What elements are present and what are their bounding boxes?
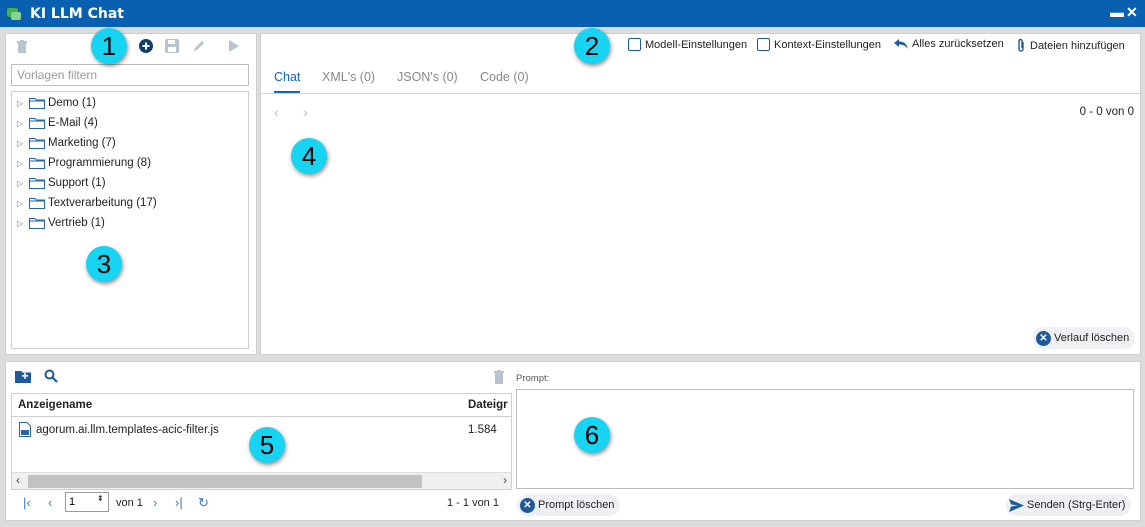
tree-folder-programmierung[interactable]: ▷ Programmierung (8): [17, 153, 151, 173]
tree-folder-email[interactable]: ▷ E-Mail (4): [17, 113, 98, 133]
title-bar: KI LLM Chat ▬ ✕: [0, 0, 1145, 27]
prompt-label: Prompt:: [516, 373, 550, 384]
minimize-button[interactable]: ▬: [1110, 4, 1124, 20]
add-files-button[interactable]: Dateien hinzufügen: [1016, 38, 1125, 53]
save-template-icon[interactable]: [164, 38, 180, 54]
grid-header: Anzeigename Dateigr: [12, 394, 511, 417]
scrollbar-thumb[interactable]: [28, 475, 422, 488]
callout-badge-6: 6: [574, 417, 610, 453]
app-icon: [7, 7, 21, 20]
expand-arrow-icon[interactable]: ▷: [17, 219, 27, 228]
reset-all-label: Alles zurücksetzen: [912, 38, 1004, 50]
tree-folder-label: Programmierung (8): [48, 157, 151, 169]
delete-template-icon[interactable]: [14, 38, 30, 54]
tree-folder-vertrieb[interactable]: ▷ Vertrieb (1): [17, 213, 105, 233]
search-icon[interactable]: [44, 369, 58, 386]
callout-badge-2: 2: [574, 28, 610, 64]
callout-badge-4: 4: [291, 138, 327, 174]
column-header-name[interactable]: Anzeigename: [18, 399, 92, 411]
add-files-label: Dateien hinzufügen: [1030, 39, 1125, 52]
file-size: 1.584: [468, 424, 497, 436]
tree-folder-label: Textverarbeitung (17): [48, 197, 157, 209]
reset-all-button[interactable]: Alles zurücksetzen: [893, 38, 1004, 50]
folder-icon: [29, 218, 45, 229]
expand-arrow-icon[interactable]: ▷: [17, 139, 27, 148]
pager-range: 1 - 1 von 1: [447, 497, 499, 509]
template-tree: ▷ Demo (1) ▷ E-Mail (4) ▷ Marketing (7) …: [11, 91, 249, 349]
folder-icon: [29, 118, 45, 129]
clear-prompt-button[interactable]: ✕ Prompt löschen: [517, 494, 621, 516]
expand-arrow-icon[interactable]: ▷: [17, 179, 27, 188]
callout-badge-3: 3: [86, 246, 122, 282]
close-window-button[interactable]: ✕: [1126, 4, 1138, 21]
file-name: agorum.ai.llm.templates-acic-filter.js: [36, 424, 219, 436]
clear-prompt-label: Prompt löschen: [538, 499, 615, 511]
folder-icon: [29, 98, 45, 109]
edit-template-icon[interactable]: [191, 38, 207, 54]
send-icon: [1009, 498, 1024, 512]
tab-json[interactable]: JSON's (0): [397, 70, 458, 91]
clear-icon: ✕: [1036, 330, 1051, 346]
callout-badge-1: 1: [91, 28, 127, 64]
tree-folder-label: Demo (1): [48, 97, 96, 109]
prev-page-icon[interactable]: ‹: [48, 495, 52, 510]
page-stepper-icon[interactable]: ⬍: [97, 494, 104, 503]
tree-folder-textverarbeitung[interactable]: ▷ Textverarbeitung (17): [17, 193, 157, 213]
context-settings-label: Kontext-Einstellungen: [774, 38, 882, 51]
scroll-right-icon[interactable]: ›: [503, 473, 507, 487]
refresh-icon[interactable]: ↻: [198, 495, 209, 511]
clear-icon: ✕: [520, 497, 535, 513]
scroll-left-icon[interactable]: ‹: [16, 473, 20, 487]
templates-toolbar: [5, 36, 257, 56]
page-of-label: von 1: [116, 497, 143, 509]
run-template-icon[interactable]: [226, 38, 242, 54]
expand-arrow-icon[interactable]: ▷: [17, 199, 27, 208]
folder-icon: [29, 198, 45, 209]
delete-file-icon[interactable]: [493, 370, 505, 387]
expand-arrow-icon[interactable]: ▷: [17, 159, 27, 168]
window-title: KI LLM Chat: [30, 5, 124, 22]
column-header-size[interactable]: Dateigr: [468, 399, 508, 411]
send-button[interactable]: Senden (Strg-Enter): [1006, 494, 1132, 516]
context-settings-checkbox[interactable]: Kontext-Einstellungen: [757, 38, 881, 51]
expand-arrow-icon[interactable]: ▷: [17, 99, 27, 108]
expand-arrow-icon[interactable]: ▷: [17, 119, 27, 128]
tree-folder-support[interactable]: ▷ Support (1): [17, 173, 106, 193]
clear-history-label: Verlauf löschen: [1054, 332, 1130, 344]
last-page-icon[interactable]: ›|: [175, 495, 183, 510]
folder-icon: [29, 138, 45, 149]
next-page-icon[interactable]: ›: [153, 495, 157, 510]
tree-folder-label: Marketing (7): [48, 137, 116, 149]
next-message-icon[interactable]: ›: [303, 104, 308, 120]
clear-history-button[interactable]: ✕ Verlauf löschen: [1033, 327, 1136, 349]
tab-chat[interactable]: Chat: [274, 70, 301, 93]
send-label: Senden (Strg-Enter): [1027, 499, 1126, 511]
tree-folder-label: Support (1): [48, 177, 106, 189]
paperclip-icon: [1018, 38, 1024, 52]
tree-folder-label: E-Mail (4): [48, 117, 98, 129]
folder-icon: [29, 158, 45, 169]
tree-folder-demo[interactable]: ▷ Demo (1): [17, 93, 96, 113]
tree-folder-label: Vertrieb (1): [48, 217, 105, 229]
tab-xml[interactable]: XML's (0): [322, 70, 375, 91]
add-template-icon[interactable]: [138, 38, 154, 54]
tab-code[interactable]: Code (0): [480, 70, 529, 91]
files-pager: |‹ ‹ ⬍ von 1 › ›| ↻ 1 - 1 von 1: [11, 490, 512, 516]
new-folder-icon[interactable]: [15, 370, 31, 386]
first-page-icon[interactable]: |‹: [23, 495, 31, 510]
template-filter-input[interactable]: [11, 64, 249, 86]
callout-badge-5: 5: [249, 427, 285, 463]
folder-icon: [29, 178, 45, 189]
undo-icon: [894, 39, 908, 49]
model-settings-label: Modell-Einstellungen: [645, 38, 748, 51]
result-tabs: Chat XML's (0) JSON's (0) Code (0): [261, 62, 1141, 94]
model-settings-checkbox[interactable]: Modell-Einstellungen: [628, 38, 747, 51]
message-range: 0 - 0 von 0: [1079, 106, 1134, 118]
checkbox-icon[interactable]: [757, 38, 770, 51]
js-file-icon: [19, 422, 31, 440]
checkbox-icon[interactable]: [628, 38, 641, 51]
prev-message-icon[interactable]: ‹: [274, 104, 279, 120]
tree-folder-marketing[interactable]: ▷ Marketing (7): [17, 133, 116, 153]
horizontal-scrollbar[interactable]: ‹ ›: [12, 472, 511, 489]
